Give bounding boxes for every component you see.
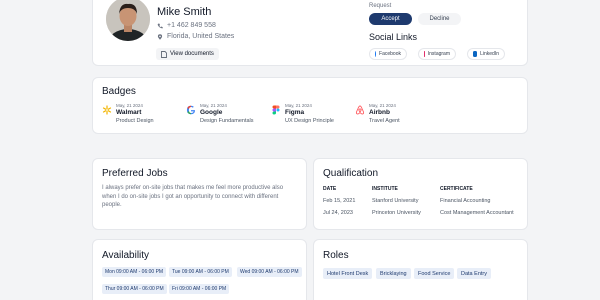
table-cell-date: Feb 15, 2021 bbox=[323, 198, 356, 204]
badge-subtitle: Product Design bbox=[116, 118, 154, 124]
qualification-card: Qualification DATE INSTITUTE CERTIFICATE… bbox=[313, 158, 528, 230]
badge-date: May, 21 2024 bbox=[116, 103, 143, 108]
table-cell-institute: Stanford University bbox=[372, 198, 419, 204]
role-chip: Data Entry bbox=[457, 268, 491, 279]
view-documents-label: View documents bbox=[170, 51, 214, 57]
badge-airbnb: May, 21 2024 Airbnb Travel Agent bbox=[355, 103, 400, 124]
location-text: Florida, United States bbox=[167, 33, 235, 40]
linkedin-link[interactable]: LinkedIn bbox=[467, 48, 505, 60]
instagram-label: Instagram bbox=[427, 51, 450, 57]
preferred-jobs-title: Preferred Jobs bbox=[102, 168, 168, 179]
figma-icon bbox=[272, 105, 280, 115]
availability-slot: Fri 09:00 AM - 06:00 PM bbox=[169, 284, 230, 294]
availability-slot: Thur 09:00 AM - 06:00 PM bbox=[102, 284, 167, 294]
decline-button[interactable]: Decline bbox=[418, 13, 461, 25]
badge-name: Airbnb bbox=[369, 109, 390, 116]
badge-date: May, 21 2024 bbox=[369, 103, 396, 108]
linkedin-icon bbox=[473, 51, 478, 57]
role-chip: Bricklaying bbox=[376, 268, 411, 279]
badge-walmart: May, 21 2024 Walmart Product Design bbox=[102, 103, 154, 124]
badge-figma: May, 21 2024 Figma UX Design Principle bbox=[271, 103, 334, 124]
phone-icon bbox=[157, 23, 163, 28]
social-links-title: Social Links bbox=[369, 32, 418, 42]
certificate-column-header: CERTIFICATE bbox=[440, 186, 473, 192]
profile-card: Mike Smith +1 462 849 558 Florida, Unite… bbox=[92, 0, 528, 66]
view-documents-button[interactable]: View documents bbox=[156, 48, 219, 60]
document-icon bbox=[161, 50, 167, 58]
table-cell-certificate: Cost Management Accountant bbox=[440, 210, 514, 216]
facebook-link[interactable]: Facebook bbox=[369, 48, 407, 60]
date-column-header: DATE bbox=[323, 186, 337, 192]
badges-title: Badges bbox=[102, 86, 136, 97]
instagram-icon bbox=[424, 51, 425, 57]
roles-card: Roles Hotel Front Desk Bricklaying Food … bbox=[313, 239, 528, 300]
table-cell-institute: Princeton University bbox=[372, 210, 421, 216]
availability-title: Availability bbox=[102, 250, 150, 261]
badge-subtitle: Design Fundamentals bbox=[200, 118, 254, 124]
availability-slot: Wed 09:00 AM - 06:00 PM bbox=[237, 267, 302, 277]
table-cell-date: Jul 24, 2023 bbox=[323, 210, 353, 216]
qualification-title: Qualification bbox=[323, 168, 379, 179]
location-pin-icon bbox=[157, 33, 163, 40]
facebook-label: Facebook bbox=[379, 51, 401, 57]
phone-number: +1 462 849 558 bbox=[167, 22, 216, 29]
badge-google: May, 21 2024 Google Design Fundamentals bbox=[186, 103, 254, 124]
roles-title: Roles bbox=[323, 250, 349, 261]
badge-date: May, 21 2024 bbox=[285, 103, 312, 108]
institute-column-header: INSTITUTE bbox=[372, 186, 398, 192]
role-chip: Food Service bbox=[414, 268, 455, 279]
facebook-icon bbox=[375, 51, 377, 57]
google-icon bbox=[186, 105, 196, 115]
badge-name: Walmart bbox=[116, 109, 142, 116]
badge-subtitle: UX Design Principle bbox=[285, 118, 334, 124]
phone-row: +1 462 849 558 bbox=[157, 22, 216, 29]
table-cell-certificate: Financial Accounting bbox=[440, 198, 491, 204]
preferred-jobs-card: Preferred Jobs I always prefer on-site j… bbox=[92, 158, 307, 230]
badge-subtitle: Travel Agent bbox=[369, 118, 400, 124]
badge-name: Figma bbox=[285, 109, 305, 116]
role-chip: Hotel Front Desk bbox=[323, 268, 373, 279]
availability-slot: Mon 09:00 AM - 06:00 PM bbox=[102, 267, 167, 277]
accept-button[interactable]: Accept bbox=[369, 13, 412, 25]
preferred-jobs-text: I always prefer on-site jobs that makes … bbox=[102, 185, 284, 208]
request-label: Request bbox=[369, 3, 392, 9]
linkedin-label: LinkedIn bbox=[480, 51, 499, 57]
walmart-icon bbox=[102, 105, 112, 115]
availability-slot: Tue 09:00 AM - 06:00 PM bbox=[169, 267, 232, 277]
availability-card: Availability Mon 09:00 AM - 06:00 PM Tue… bbox=[92, 239, 307, 300]
badge-name: Google bbox=[200, 109, 223, 116]
avatar bbox=[106, 0, 150, 41]
instagram-link[interactable]: Instagram bbox=[418, 48, 456, 60]
airbnb-icon bbox=[355, 105, 365, 115]
profile-name: Mike Smith bbox=[157, 6, 212, 18]
location-row: Florida, United States bbox=[157, 33, 234, 40]
badge-date: May, 21 2024 bbox=[200, 103, 227, 108]
